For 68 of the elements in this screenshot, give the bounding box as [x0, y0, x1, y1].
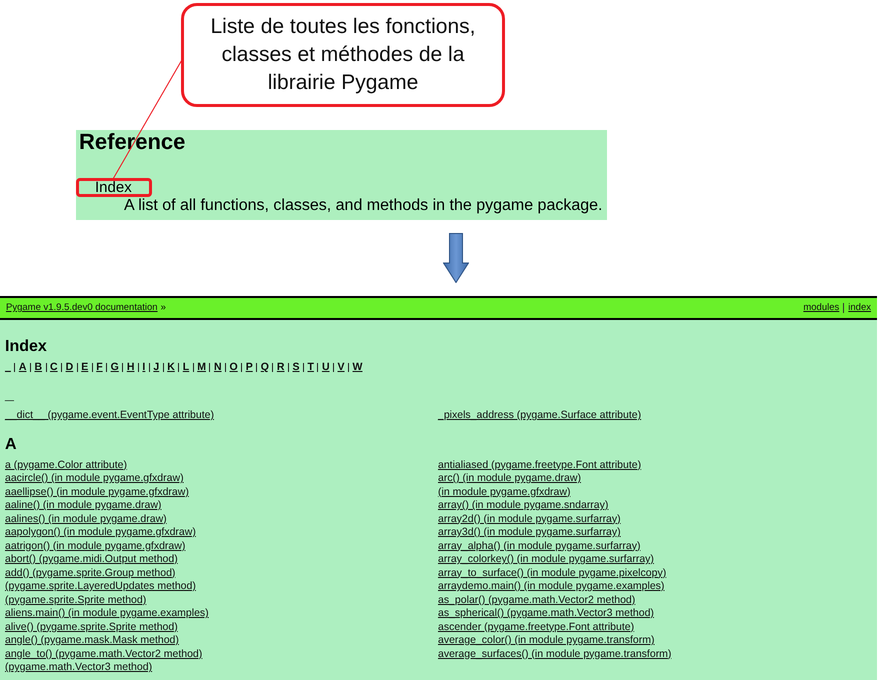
index-entry-link[interactable]: as_spherical() (pygame.math.Vector3 method) — [438, 607, 654, 620]
index-entry-link[interactable]: angle() (pygame.mask.Mask method) — [5, 634, 179, 648]
letter-link[interactable]: C — [50, 360, 58, 374]
index-entry-link[interactable]: (in module pygame.gfxdraw) — [438, 486, 570, 499]
index-entry-link[interactable]: (pygame.math.Vector3 method) — [5, 661, 152, 674]
index-entry-link[interactable]: as_polar() (pygame.math.Vector2 method) — [438, 594, 636, 607]
index-entry-link[interactable]: aaellipse() (in module pygame.gfxdraw) — [5, 486, 189, 499]
letter-link[interactable]: E — [81, 360, 88, 374]
index-entry-link[interactable]: array() (in module pygame.sndarray) — [438, 499, 608, 512]
index-entry-link[interactable]: __dict__ (pygame.event.EventType attribute) — [5, 409, 214, 422]
section-heading: A — [5, 434, 17, 454]
index-entry-link[interactable]: aapolygon() (in module pygame.gfxdraw) — [5, 526, 196, 540]
letter-link[interactable]: J — [153, 360, 160, 374]
letter-link[interactable]: Q — [260, 360, 269, 374]
letter-link[interactable]: W — [352, 360, 362, 374]
letter-link[interactable]: P — [246, 360, 253, 374]
index-entry-link[interactable]: arc() (in module pygame.draw) — [438, 472, 581, 486]
index-entry-link[interactable]: array_colorkey() (in module pygame.surfarray) — [438, 553, 654, 566]
breadcrumb-separator: » — [160, 302, 166, 314]
index-entry-link[interactable]: add() (pygame.sprite.Group method) — [5, 566, 176, 580]
letter-link[interactable]: T — [308, 360, 314, 374]
letter-link[interactable]: G — [110, 360, 119, 374]
letter-link[interactable]: F — [96, 360, 103, 374]
nav-link[interactable]: modules — [803, 302, 840, 314]
page-title: Index — [5, 337, 47, 357]
letter-link[interactable]: _ — [5, 360, 11, 374]
index-entry-link[interactable]: aaline() (in module pygame.draw) — [5, 499, 162, 512]
section-heading: _ — [5, 385, 14, 405]
index-entry-link[interactable]: array2d() (in module pygame.surfarray) — [438, 512, 621, 526]
index-entry-link[interactable]: (pygame.sprite.LayeredUpdates method) — [5, 580, 196, 594]
index-entry-link[interactable]: _pixels_address (pygame.Surface attribute) — [438, 409, 642, 422]
letter-link[interactable]: D — [66, 360, 74, 374]
index-entry-link[interactable]: ascender (pygame.freetype.Font attribute) — [438, 620, 634, 634]
index-entry-link[interactable]: array_to_surface() (in module pygame.pixelcopy) — [438, 566, 666, 580]
letter-link[interactable]: H — [126, 360, 134, 374]
index-entry-link[interactable]: array_alpha() (in module pygame.surfarray) — [438, 540, 640, 553]
letter-link[interactable]: B — [34, 360, 42, 374]
index-entry-link[interactable]: a (pygame.Color attribute) — [5, 458, 127, 472]
index-entry-link[interactable]: average_color() (in module pygame.transform) — [438, 634, 655, 648]
letter-link[interactable]: N — [214, 360, 222, 374]
breadcrumb-link[interactable]: Pygame v1.9.5.dev0 documentation — [6, 302, 158, 314]
index-entry-link[interactable]: antialiased (pygame.freetype.Font attribute) — [438, 458, 642, 472]
index-entry-link[interactable]: aatrigon() (in module pygame.gfxdraw) — [5, 540, 186, 553]
letter-link[interactable]: V — [338, 360, 345, 374]
index-entry-link[interactable]: abort() (pygame.midi.Output method) — [5, 553, 178, 566]
index-entry-link[interactable]: arraydemo.main() (in module pygame.examples) — [438, 580, 664, 594]
index-entry-link[interactable]: angle_to() (pygame.math.Vector2 method) — [5, 648, 202, 661]
down-arrow-icon — [443, 233, 469, 283]
callout-text: Liste de toutes les fonctions, classes et méthodes de la librairie Pygame — [210, 14, 476, 96]
letter-link[interactable]: O — [230, 360, 238, 374]
letter-link[interactable]: A — [18, 360, 26, 374]
nav-link[interactable]: index — [848, 302, 871, 314]
index-entry-link[interactable]: aacircle() (in module pygame.gfxdraw) — [5, 472, 184, 486]
letter-link[interactable]: I — [142, 360, 146, 374]
index-link[interactable]: Index — [95, 180, 132, 195]
reference-description: A list of all functions, classes, and methods in the pygame package. — [124, 197, 602, 214]
index-entry-link[interactable]: array3d() (in module pygame.surfarray) — [438, 526, 621, 540]
letter-link[interactable]: M — [197, 360, 206, 374]
letter-link[interactable]: U — [322, 360, 330, 374]
index-entry-link[interactable]: average_surfaces() (in module pygame.transform) — [438, 648, 672, 661]
index-entry-link[interactable]: aliens.main() (in module pygame.examples) — [5, 607, 209, 620]
index-entry-link[interactable]: aalines() (in module pygame.draw) — [5, 512, 167, 526]
letter-link[interactable]: S — [292, 360, 300, 374]
letter-link[interactable]: L — [182, 360, 190, 374]
letter-link[interactable]: R — [276, 360, 284, 374]
letter-link[interactable]: K — [167, 360, 175, 374]
index-entry-link[interactable]: alive() (pygame.sprite.Sprite method) — [5, 620, 178, 634]
index-entry-link[interactable]: (pygame.sprite.Sprite method) — [5, 594, 146, 607]
